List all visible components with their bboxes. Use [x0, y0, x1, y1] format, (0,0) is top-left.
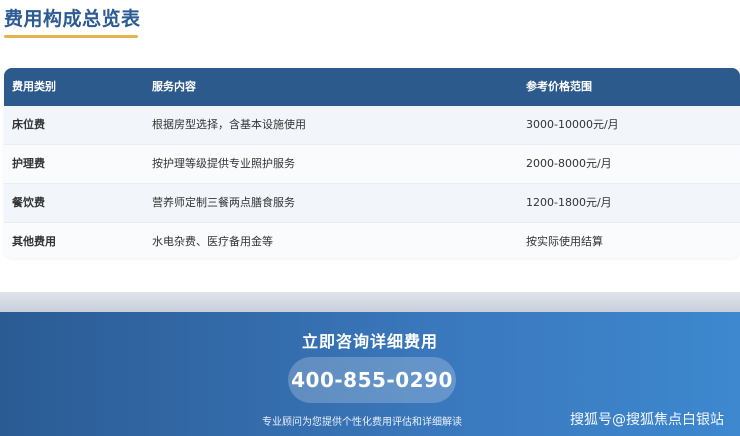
row-category: 餐饮费 [12, 196, 45, 209]
table-row: 餐饮费 营养师定制三餐两点膳食服务 1200-1800元/月 [4, 184, 740, 223]
header-category: 费用类别 [12, 80, 56, 93]
page-title: 费用构成总览表 [4, 8, 141, 30]
row-price: 2000-8000元/月 [526, 157, 612, 170]
table-row: 护理费 按护理等级提供专业照护服务 2000-8000元/月 [4, 145, 740, 184]
row-content: 营养师定制三餐两点膳食服务 [152, 196, 295, 209]
watermark: 搜狐号@搜狐焦点白银站 [570, 412, 724, 428]
row-price: 按实际使用结算 [526, 235, 603, 248]
table-header: 费用类别 服务内容 参考价格范围 [4, 68, 740, 106]
fee-table: 费用类别 服务内容 参考价格范围 床位费 根据房型选择，含基本设施使用 3000… [4, 68, 740, 258]
row-category: 其他费用 [12, 235, 56, 248]
row-price: 1200-1800元/月 [526, 196, 612, 209]
row-content: 根据房型选择，含基本设施使用 [152, 118, 306, 131]
cta-subtitle: 专业顾问为您提供个性化费用评估和详细解读 [262, 417, 462, 428]
title-underline [4, 35, 138, 38]
row-content: 按护理等级提供专业照护服务 [152, 157, 295, 170]
cta-title: 立即咨询详细费用 [301, 332, 438, 351]
phone-button[interactable]: 400-855-0290 [288, 357, 456, 403]
table-row: 其他费用 水电杂费、医疗备用金等 按实际使用结算 [4, 223, 740, 258]
row-price: 3000-10000元/月 [526, 118, 619, 131]
consult-banner: 立即咨询详细费用 400-855-0290 专业顾问为您提供个性化费用评估和详细… [0, 312, 740, 436]
row-category: 床位费 [12, 118, 45, 131]
table-row: 床位费 根据房型选择，含基本设施使用 3000-10000元/月 [4, 106, 740, 145]
header-content: 服务内容 [152, 80, 196, 93]
header-price: 参考价格范围 [526, 80, 592, 93]
section-divider [0, 292, 740, 312]
row-category: 护理费 [12, 157, 45, 170]
row-content: 水电杂费、医疗备用金等 [152, 235, 273, 248]
